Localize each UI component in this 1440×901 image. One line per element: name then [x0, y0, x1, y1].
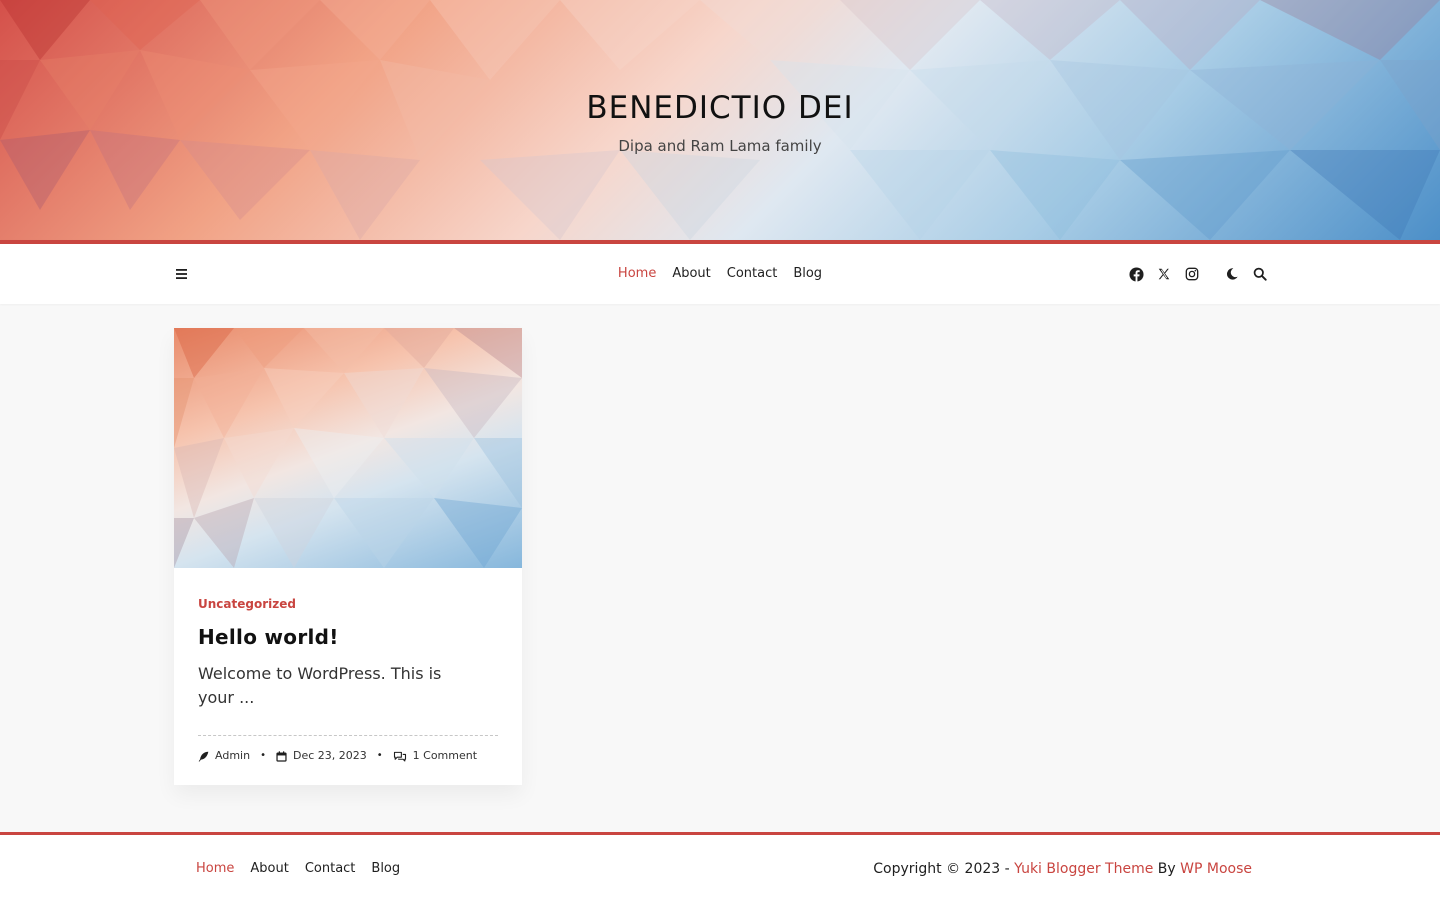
- footer-link-about[interactable]: About: [242, 859, 296, 879]
- header-banner: BENEDICTIO DEI Dipa and Ram Lama family: [0, 0, 1440, 240]
- post-author-link[interactable]: Admin: [215, 748, 250, 764]
- instagram-icon[interactable]: [1184, 266, 1200, 282]
- post-date-link[interactable]: Dec 23, 2023: [293, 748, 367, 764]
- nav-link-home[interactable]: Home: [610, 264, 664, 284]
- search-icon[interactable]: [1252, 266, 1268, 282]
- post-title-link[interactable]: Hello world!: [198, 625, 339, 649]
- post-comments-link[interactable]: 1 Comment: [413, 748, 477, 764]
- nav-link-blog[interactable]: Blog: [785, 264, 830, 284]
- meta-separator: •: [260, 750, 266, 761]
- post-thumbnail-pattern: [174, 328, 522, 568]
- footer-link-contact[interactable]: Contact: [297, 859, 364, 879]
- facebook-icon[interactable]: [1128, 266, 1144, 282]
- dark-mode-moon-icon[interactable]: [1224, 266, 1240, 282]
- post-title: Hello world!: [198, 624, 498, 650]
- post-card: Uncategorized Hello world! Welcome to Wo…: [174, 328, 522, 785]
- site-title[interactable]: BENEDICTIO DEI: [586, 90, 853, 126]
- primary-navbar: Home About Contact Blog: [0, 240, 1440, 304]
- theme-author-link[interactable]: WP Moose: [1180, 861, 1252, 877]
- copyright-prefix: Copyright © 2023 -: [873, 861, 1015, 877]
- post-meta: Admin • Dec 23, 2023 • 1 Comment: [198, 748, 498, 764]
- calendar-icon: [276, 750, 287, 762]
- post-thumbnail[interactable]: [174, 328, 522, 568]
- post-category-link[interactable]: Uncategorized: [198, 596, 296, 612]
- footer-link-home[interactable]: Home: [188, 859, 242, 879]
- copyright-by: By: [1153, 861, 1181, 877]
- post-card-body: Uncategorized Hello world! Welcome to Wo…: [174, 568, 522, 764]
- footer-menu: Home About Contact Blog: [188, 859, 408, 879]
- branding: BENEDICTIO DEI Dipa and Ram Lama family: [0, 0, 1440, 240]
- post-excerpt: Welcome to WordPress. This is your ...: [198, 664, 442, 707]
- x-twitter-icon[interactable]: [1156, 266, 1172, 282]
- feather-pen-icon: [198, 751, 209, 762]
- nav-link-about[interactable]: About: [664, 264, 718, 284]
- footer-link-blog[interactable]: Blog: [363, 859, 408, 879]
- theme-link[interactable]: Yuki Blogger Theme: [1014, 861, 1153, 877]
- nav-link-contact[interactable]: Contact: [719, 264, 786, 284]
- copyright-notice: Copyright © 2023 - Yuki Blogger Theme By…: [873, 859, 1252, 879]
- hamburger-icon[interactable]: [174, 266, 190, 282]
- comments-icon: [393, 751, 407, 762]
- site-footer: Home About Contact Blog Copyright © 2023…: [0, 832, 1440, 901]
- header-tools: [1128, 264, 1268, 284]
- post-meta-divider: [198, 735, 498, 736]
- site-tagline: Dipa and Ram Lama family: [618, 137, 822, 155]
- meta-separator: •: [376, 750, 383, 761]
